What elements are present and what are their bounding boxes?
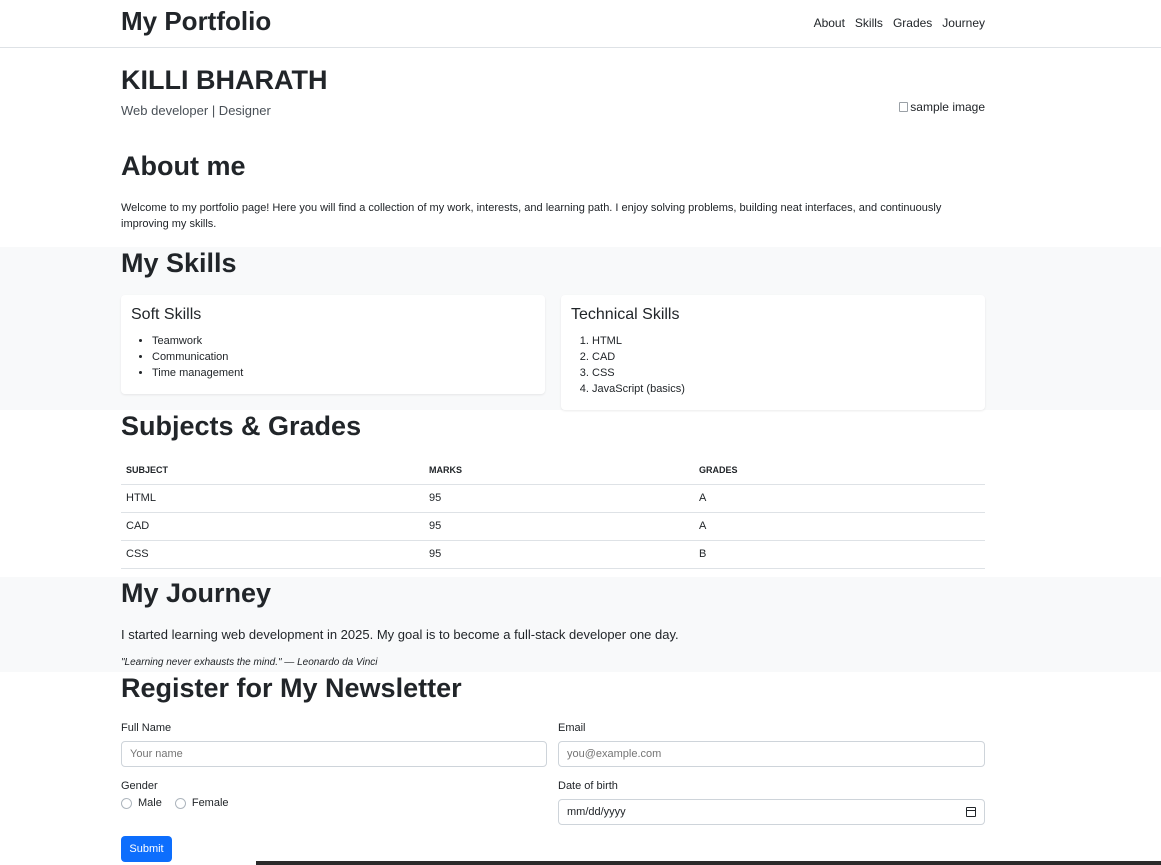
about-text: Welcome to my portfolio page! Here you w… [121,202,942,230]
profile-image: sample image [899,100,985,114]
cell-marks: 95 [424,484,694,513]
nav-links: About Skills Grades Journey [814,16,985,30]
cell-marks: 95 [424,540,694,569]
cell-subject: HTML [121,484,424,513]
email-label: Email [558,722,586,734]
hero-role: Web developer | Designer [121,103,271,118]
taskbar-strip [256,861,1161,865]
cell-subject: CSS [121,540,424,569]
profile-image-alt: sample image [910,100,985,114]
list-item: HTML [592,333,975,349]
list-item: JavaScript (basics) [592,381,975,397]
header-marks: MARKS [424,456,694,485]
grades-table: SUBJECT MARKS GRADES HTML 95 A CAD 95 A … [121,456,985,569]
brand-title[interactable]: My Portfolio [121,6,271,37]
gender-male-radio[interactable] [121,797,132,809]
soft-skills-card: Soft Skills Teamwork Communication Time … [121,295,545,394]
list-item: Teamwork [152,333,535,349]
submit-button[interactable]: Submit [121,836,172,862]
table-row: HTML 95 A [121,484,985,513]
gender-female-radio[interactable] [174,797,186,809]
journey-quote: "Learning never exhausts the mind." — Le… [121,657,378,668]
about-title: About me [121,151,246,181]
nav-link-journey[interactable]: Journey [942,16,985,30]
cell-grade: A [694,484,985,513]
cell-subject: CAD [121,512,424,541]
list-item: CAD [592,349,975,365]
header-subject: SUBJECT [121,456,424,485]
list-item: Communication [152,349,535,365]
soft-skills-title: Soft Skills [131,306,202,323]
dob-label: Date of birth [558,780,618,792]
table-row: CSS 95 B [121,540,985,569]
email-input[interactable] [558,741,985,767]
journey-text: I started learning web development in 20… [121,627,679,642]
skills-title: My Skills [121,248,237,278]
cell-marks: 95 [424,512,694,541]
newsletter-title: Register for My Newsletter [121,673,462,703]
soft-skills-list: Teamwork Communication Time management [131,333,535,381]
dob-placeholder: mm/dd/yyyy [567,806,626,818]
table-row: CAD 95 A [121,512,985,541]
nav-link-about[interactable]: About [814,16,845,30]
gender-options: Male Female [121,797,242,809]
table-header-row: SUBJECT MARKS GRADES [121,456,985,485]
header-grades: GRADES [694,456,985,485]
gender-female-label[interactable]: Female [192,797,229,809]
cell-grade: A [694,512,985,541]
cell-grade: B [694,540,985,569]
technical-skills-card: Technical Skills HTML CAD CSS JavaScript… [561,295,985,410]
full-name-label: Full Name [121,722,172,734]
nav-link-skills[interactable]: Skills [855,16,883,30]
dob-input[interactable]: mm/dd/yyyy [558,799,985,825]
technical-skills-title: Technical Skills [571,306,680,323]
list-item: CSS [592,365,975,381]
grades-title: Subjects & Grades [121,411,362,441]
journey-title: My Journey [121,578,272,608]
technical-skills-list: HTML CAD CSS JavaScript (basics) [571,333,975,397]
gender-male-label[interactable]: Male [138,797,162,809]
gender-label: Gender [121,780,158,792]
full-name-input[interactable] [121,741,547,767]
hero-name: KILLI BHARATH [121,65,328,95]
calendar-icon[interactable] [966,807,976,817]
nav-link-grades[interactable]: Grades [893,16,932,30]
broken-image-icon [899,102,909,112]
navbar: My Portfolio About Skills Grades Journey [0,0,1161,48]
list-item: Time management [152,365,535,381]
